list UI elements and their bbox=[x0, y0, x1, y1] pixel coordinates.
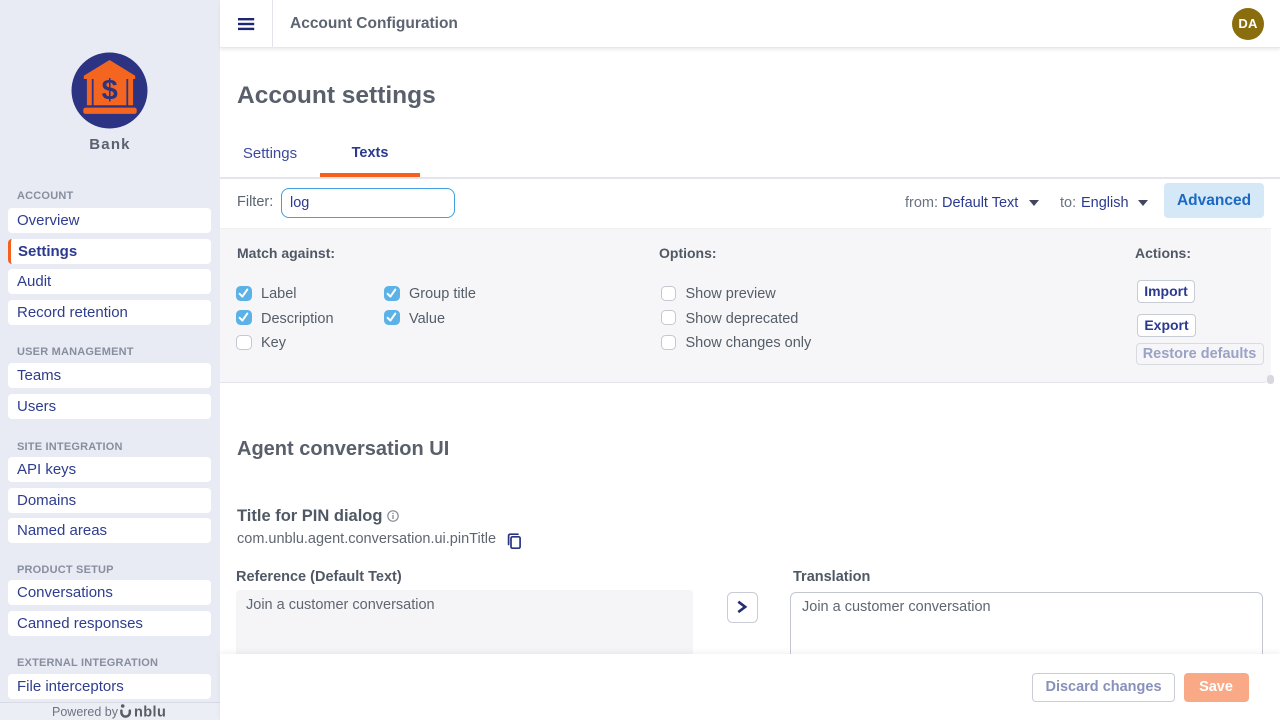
svg-text:$: $ bbox=[102, 74, 118, 106]
svg-text:nblu: nblu bbox=[134, 704, 166, 718]
